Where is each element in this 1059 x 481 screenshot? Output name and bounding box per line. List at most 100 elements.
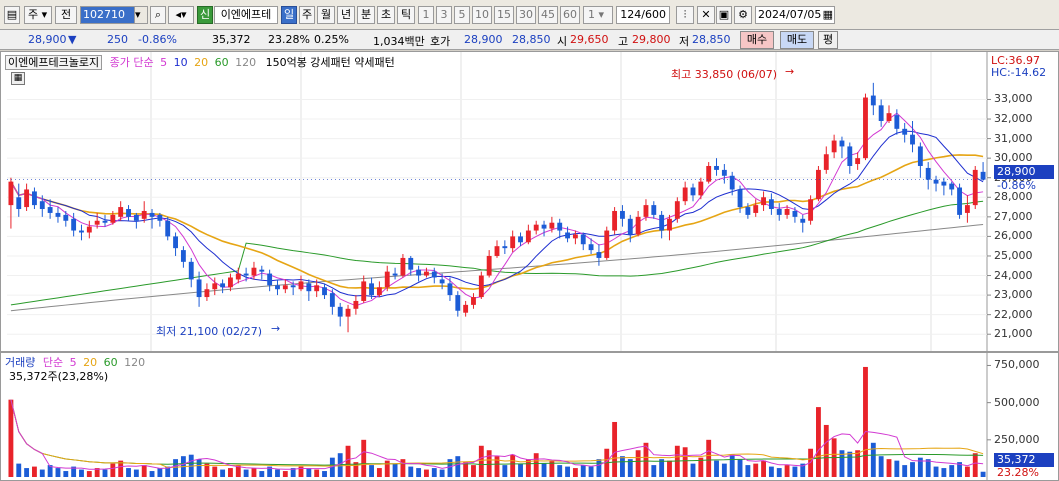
save-icon[interactable]: ▣	[716, 6, 732, 24]
interval-1[interactable]: 1	[418, 6, 434, 24]
candle-up	[635, 216, 641, 235]
tools-icon[interactable]: ✕	[697, 6, 715, 24]
volume-bar-down	[306, 468, 312, 477]
buy-button[interactable]: 매수	[740, 31, 774, 49]
interval-30[interactable]: 30	[516, 6, 536, 24]
candle-up	[478, 275, 484, 298]
volume-tick-label: 250,000	[994, 432, 1040, 446]
interval-10[interactable]: 10	[472, 6, 492, 24]
volume-ratio: 23.28%	[268, 33, 310, 46]
chevron-down-icon[interactable]: ▾	[134, 7, 147, 23]
candle-up	[314, 285, 320, 292]
volume-bar-up	[212, 466, 218, 477]
sell-button[interactable]: 매도	[780, 31, 814, 49]
candle-up	[753, 205, 759, 213]
interval-45[interactable]: 45	[538, 6, 558, 24]
ma5-legend: 5	[160, 56, 168, 69]
interval-60[interactable]: 60	[560, 6, 580, 24]
candle-up	[486, 255, 492, 276]
volume-current-text: 35,372주(23,28%)	[9, 370, 109, 383]
volume-bar-down	[620, 456, 625, 477]
price-tick-label: 27,000	[994, 209, 1033, 223]
candle-up	[251, 267, 257, 276]
volume-bar-down	[55, 468, 61, 477]
volume-bar-down	[894, 460, 900, 477]
market-select[interactable]: 주 ▾	[24, 6, 52, 24]
volume-bar-down	[16, 463, 22, 477]
volume-bar-down	[102, 469, 108, 477]
eval-button[interactable]: 평	[818, 31, 838, 49]
search-icon[interactable]: ⌕	[150, 6, 166, 24]
volume-tick-label: 500,000	[994, 395, 1040, 409]
kind-select[interactable]: 전	[55, 6, 77, 24]
grid-toggle-icon[interactable]: ▦	[11, 72, 25, 85]
candle-down	[392, 273, 398, 276]
menu-icon[interactable]: ▤	[4, 6, 20, 24]
candle-down	[165, 220, 171, 237]
ask-price: 28,900	[464, 33, 503, 46]
volume-bar-down	[416, 468, 422, 477]
candle-down	[878, 105, 884, 121]
candle-up	[525, 230, 531, 243]
tab-period-week[interactable]: 주	[299, 6, 315, 24]
tab-period-second[interactable]: 초	[377, 6, 395, 24]
price-tick-label: 30,000	[994, 151, 1033, 165]
count-field[interactable]: 124/600	[616, 6, 670, 24]
date-field[interactable]: 2024/07/05 ▦	[755, 6, 835, 24]
count-value: 124	[620, 8, 642, 21]
interval-15[interactable]: 15	[494, 6, 514, 24]
volume-bar-up	[784, 465, 790, 477]
high-label: 고	[618, 35, 629, 48]
candle-up	[400, 257, 406, 276]
volume-bar-down	[243, 469, 249, 477]
candle-up	[698, 181, 704, 196]
price-tick-label: 25,000	[994, 248, 1033, 262]
tab-period-minute[interactable]: 분	[357, 6, 375, 24]
candle-up	[572, 234, 578, 239]
candle-down	[596, 252, 602, 258]
volume-bar-up	[816, 407, 821, 477]
ma10-legend: 10	[173, 56, 188, 69]
candle-down	[32, 191, 37, 206]
candle-down	[557, 222, 563, 231]
volume-bar-up	[463, 462, 469, 477]
candle-up	[471, 297, 476, 305]
candle-down	[714, 165, 719, 170]
tab-period-year[interactable]: 년	[337, 6, 355, 24]
candle-up	[110, 214, 116, 223]
volume-bar-down	[565, 466, 570, 477]
tab-period-tick[interactable]: 틱	[397, 6, 415, 24]
candle-down	[275, 285, 280, 290]
candle-up	[384, 271, 390, 288]
volume-chart[interactable]	[1, 353, 1058, 480]
candle-up	[228, 277, 233, 288]
interval-3[interactable]: 3	[436, 6, 452, 24]
volume-bar-down	[878, 456, 884, 477]
tab-period-month[interactable]: 월	[317, 6, 335, 24]
sound-icon[interactable]: ◂▾	[168, 6, 194, 24]
high-arrow-icon: →	[785, 65, 795, 78]
gear-icon[interactable]: ⚙	[734, 6, 752, 24]
price-chart[interactable]	[1, 52, 1058, 351]
candle-down	[329, 293, 335, 307]
interval-5[interactable]: 5	[454, 6, 470, 24]
candle-down	[126, 209, 131, 217]
volume-bar-up	[376, 468, 382, 477]
price-chart-panel[interactable]: 이엔에프테크놀로지 종가 단순 5 10 20 60 120 150억봉 강세패…	[0, 51, 1059, 352]
candle-down	[79, 230, 84, 233]
volume-chart-panel[interactable]: 거래량 단순 5 20 60 120 35,372주(23,28%) 750,0…	[0, 352, 1059, 481]
chart-type-icon[interactable]: ⫶	[676, 6, 694, 24]
interval-label: 1	[588, 8, 595, 21]
code-input[interactable]: 102710 ▾	[80, 6, 148, 24]
calendar-icon[interactable]: ▦	[823, 7, 833, 23]
tab-period-day[interactable]: 일	[281, 6, 297, 24]
ma-legend-label: 종가 단순	[109, 56, 154, 69]
custom-interval-select[interactable]: 1 ▾	[583, 6, 613, 24]
candle-up	[361, 281, 367, 301]
candle-down	[306, 283, 312, 292]
ma20-legend: 20	[194, 56, 209, 69]
candle-up	[86, 226, 92, 233]
candle-down	[870, 95, 876, 106]
volume-bar-down	[980, 471, 986, 477]
stock-name-field[interactable]: 이엔에프테	[214, 6, 278, 24]
